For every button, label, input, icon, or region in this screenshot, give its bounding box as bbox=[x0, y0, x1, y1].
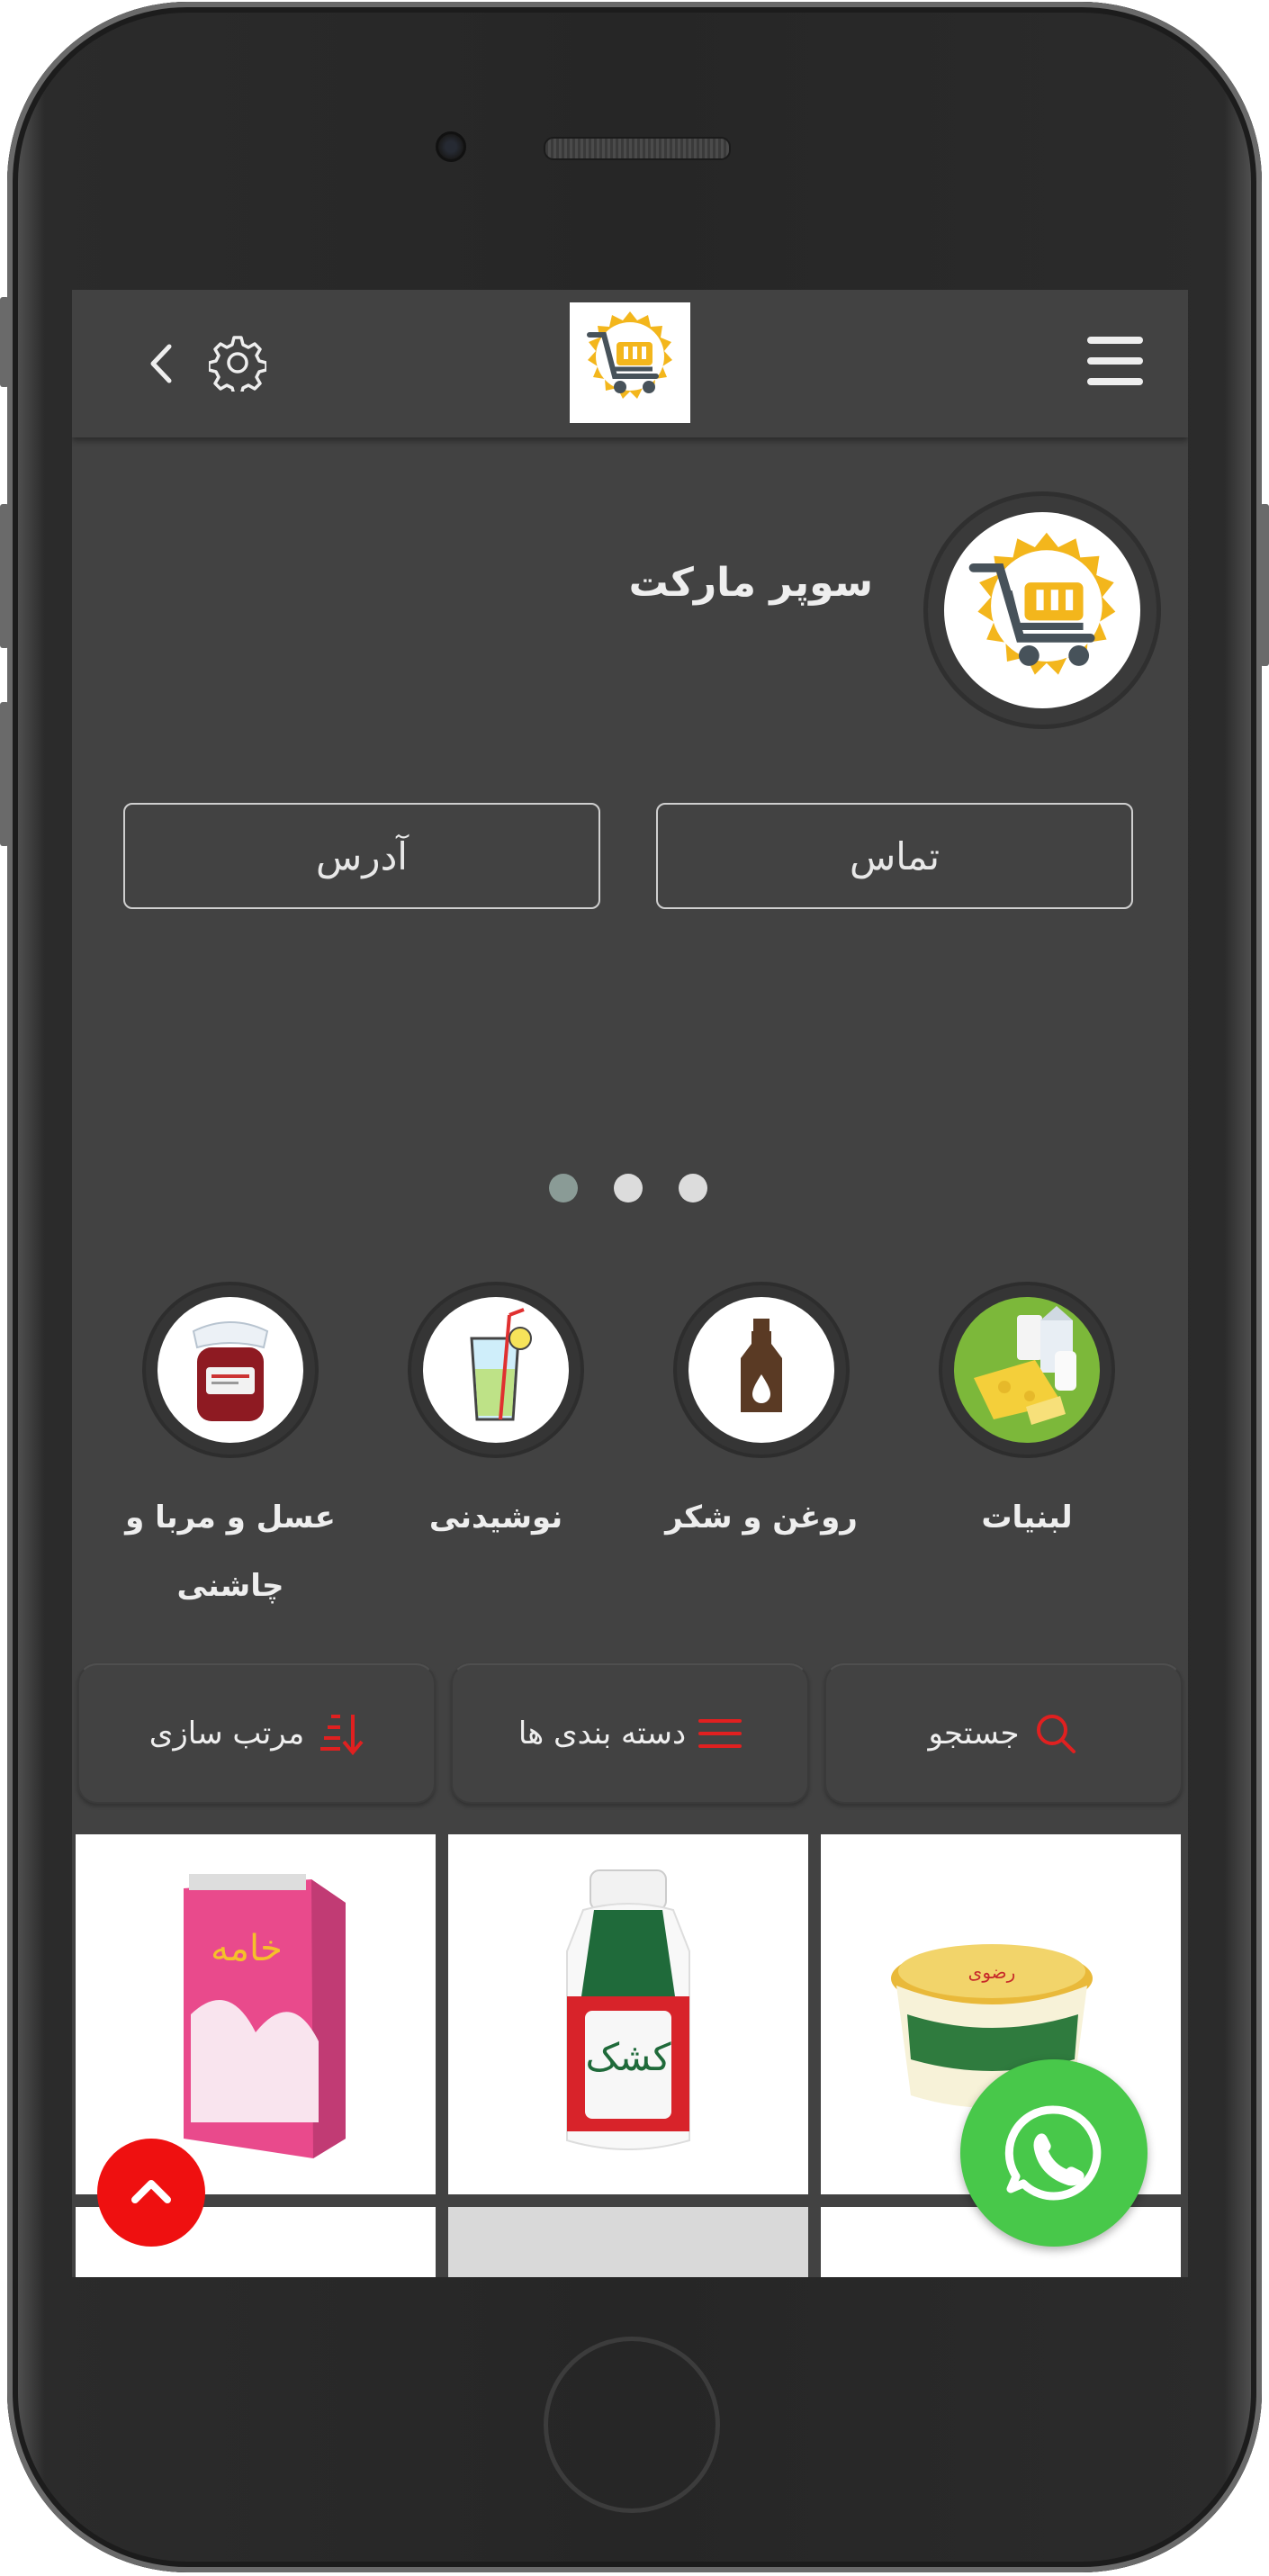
sort-button[interactable]: مرتب سازی bbox=[77, 1663, 436, 1804]
phone-volume-up-button bbox=[0, 504, 9, 648]
phone-side-button bbox=[0, 297, 9, 387]
category-drinks[interactable]: نوشیدنی bbox=[383, 1282, 608, 1552]
categories-label: دسته بندی ها bbox=[518, 1716, 687, 1752]
front-camera bbox=[436, 131, 466, 162]
header-logo[interactable] bbox=[570, 302, 690, 423]
slider-pagination bbox=[549, 1174, 729, 1204]
sort-label: مرتب سازی bbox=[148, 1716, 305, 1752]
gear-icon[interactable] bbox=[209, 334, 266, 392]
svg-text:رضوی: رضوی bbox=[968, 1961, 1016, 1983]
home-button[interactable] bbox=[544, 2337, 720, 2513]
dairy-icon bbox=[974, 1306, 1076, 1425]
chevron-left-icon[interactable] bbox=[144, 341, 180, 386]
shopping-cart-badge-icon bbox=[968, 532, 1116, 675]
kashk-bottle-icon: کشک bbox=[566, 1869, 690, 2150]
shopping-cart-badge-icon bbox=[587, 311, 672, 399]
category-label: لبنیات bbox=[981, 1500, 1073, 1536]
jam-jar-icon bbox=[192, 1321, 269, 1421]
product-card[interactable]: کشک bbox=[448, 1834, 808, 2194]
slider-dot-1[interactable] bbox=[679, 1174, 707, 1202]
product-card[interactable] bbox=[448, 2207, 808, 2277]
store-name: سوپر مارکت bbox=[628, 560, 873, 606]
whatsapp-icon bbox=[1004, 2105, 1102, 2201]
search-label: جستجو bbox=[928, 1716, 1020, 1752]
category-label: نوشیدنی bbox=[428, 1500, 563, 1536]
scroll-to-top-button[interactable] bbox=[97, 2139, 205, 2247]
list-icon bbox=[698, 1719, 742, 1748]
category-label: عسل و مربا و چاشنی bbox=[125, 1500, 336, 1604]
slider-dot-2[interactable] bbox=[614, 1174, 643, 1202]
category-label: روغن و شکر bbox=[665, 1500, 858, 1536]
category-oil-sugar[interactable]: روغن و شکر bbox=[649, 1282, 874, 1552]
address-button[interactable]: آدرس bbox=[123, 803, 600, 909]
phone-power-button bbox=[1260, 504, 1269, 666]
sort-icon bbox=[320, 1715, 364, 1756]
top-bar bbox=[72, 290, 1188, 437]
earpiece-speaker bbox=[544, 137, 731, 160]
contact-button[interactable]: تماس bbox=[656, 803, 1133, 909]
svg-text:خامه: خامه bbox=[211, 1928, 283, 1969]
category-dairy[interactable]: لبنیات bbox=[914, 1282, 1139, 1552]
categories-button[interactable]: دسته بندی ها bbox=[451, 1663, 809, 1804]
search-button[interactable]: جستجو bbox=[824, 1663, 1183, 1804]
store-logo bbox=[923, 491, 1161, 729]
slider-dot-3[interactable] bbox=[549, 1174, 578, 1202]
whatsapp-button[interactable] bbox=[960, 2059, 1148, 2247]
drink-glass-icon bbox=[470, 1308, 532, 1421]
chevron-up-icon bbox=[131, 2180, 171, 2203]
category-honey-jam[interactable]: عسل و مربا و چاشنی bbox=[118, 1282, 343, 1620]
app-screen: سوپر مارکت تماس آدرس لبنیات روغن و شکر ن… bbox=[72, 290, 1188, 2277]
bottle-icon bbox=[741, 1319, 782, 1412]
search-icon bbox=[1036, 1715, 1076, 1753]
phone-volume-down-button bbox=[0, 702, 9, 846]
svg-text:کشک: کشک bbox=[585, 2035, 670, 2079]
hamburger-icon[interactable] bbox=[1087, 337, 1143, 385]
